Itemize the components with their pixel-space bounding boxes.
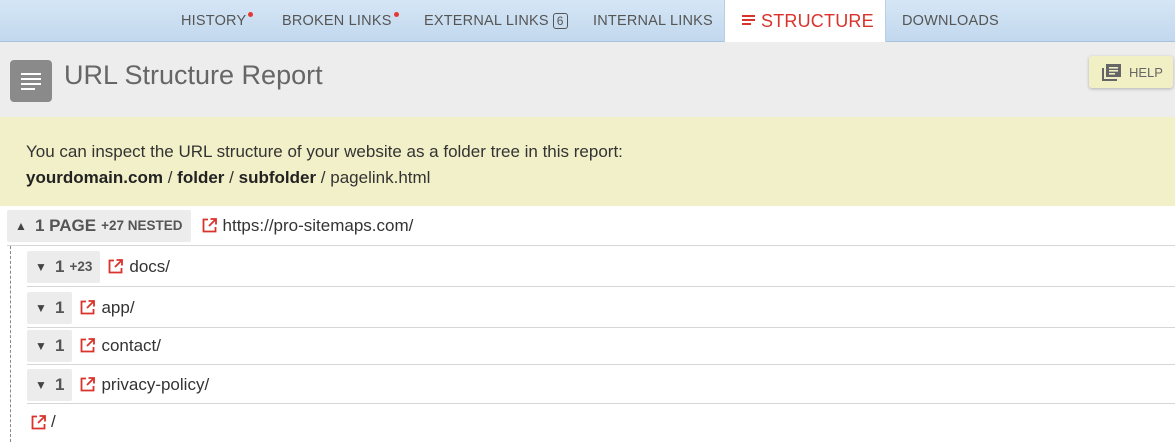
- tree-item-toggle[interactable]: ▼ 1: [27, 291, 73, 324]
- tree-item-contact: ▼ 1 contact/: [27, 327, 1175, 365]
- item-nested-count: +23: [69, 259, 93, 274]
- tree-root-url[interactable]: https://pro-sitemaps.com/: [223, 216, 414, 236]
- tree-item-path[interactable]: app/: [101, 298, 134, 318]
- example-domain: yourdomain.com: [26, 168, 163, 187]
- tab-external-links[interactable]: EXTERNAL LINKS 6: [424, 0, 568, 42]
- external-link-icon[interactable]: [80, 300, 96, 315]
- example-separator: /: [167, 168, 173, 187]
- example-subfolder: subfolder: [238, 168, 317, 187]
- chevron-down-icon: ▼: [35, 300, 47, 315]
- example-separator: /: [320, 168, 326, 187]
- page-title: URL Structure Report: [64, 60, 323, 90]
- external-link-icon[interactable]: [31, 414, 46, 430]
- external-link-icon[interactable]: [80, 377, 96, 392]
- tab-external-links-label: EXTERNAL LINKS: [424, 13, 549, 29]
- external-link-icon[interactable]: [80, 338, 96, 353]
- chevron-up-icon: ▲: [15, 218, 27, 233]
- tree-item-toggle[interactable]: ▼ 1 +23: [27, 250, 101, 283]
- external-link-icon[interactable]: [108, 259, 124, 274]
- tab-broken-links[interactable]: BROKEN LINKS: [282, 0, 399, 42]
- example-page: pagelink.html: [330, 168, 431, 187]
- tab-downloads-label: DOWNLOADS: [902, 13, 999, 29]
- report-header: URL Structure Report HELP: [0, 42, 1175, 117]
- example-folder: folder: [177, 168, 225, 187]
- tree-guide-line: [10, 246, 11, 442]
- tree-item-path[interactable]: privacy-policy/: [101, 375, 209, 395]
- tree-item-path[interactable]: docs/: [129, 257, 170, 277]
- tree-item-toggle[interactable]: ▼ 1: [27, 329, 73, 362]
- tree-leaf-path[interactable]: /: [51, 412, 56, 432]
- tree-item-privacy-policy: ▼ 1 privacy-policy/: [27, 366, 1175, 404]
- tab-bar: HISTORY BROKEN LINKS EXTERNAL LINKS 6 INT…: [0, 0, 1175, 43]
- list-lines-icon: [742, 15, 755, 26]
- external-link-icon[interactable]: [202, 218, 217, 233]
- tree-item-path[interactable]: contact/: [101, 336, 161, 356]
- tab-history-label: HISTORY: [181, 13, 247, 29]
- tree-leaf-row: /: [20, 404, 1175, 440]
- url-example: yourdomain.com / folder / subfolder / pa…: [26, 165, 1149, 191]
- item-page-count: 1: [55, 374, 65, 394]
- example-separator: /: [229, 168, 234, 187]
- tab-internal-links-label: INTERNAL LINKS: [593, 13, 713, 29]
- structure-tree: ▲ 1 PAGE +27 NESTED https://pro-sitemaps…: [0, 206, 1175, 442]
- tab-internal-links[interactable]: INTERNAL LINKS: [593, 0, 713, 42]
- help-label: HELP: [1129, 64, 1163, 80]
- info-panel: You can inspect the URL structure of you…: [0, 117, 1175, 206]
- notification-dot: [393, 11, 399, 17]
- root-nested-count: +27 NESTED: [101, 218, 183, 233]
- tab-history[interactable]: HISTORY: [181, 0, 254, 42]
- chevron-down-icon: ▼: [35, 338, 47, 353]
- tree-root-row: ▲ 1 PAGE +27 NESTED https://pro-sitemaps…: [7, 206, 1175, 246]
- tab-broken-links-label: BROKEN LINKS: [282, 13, 392, 29]
- tab-downloads[interactable]: DOWNLOADS: [902, 0, 999, 42]
- tab-structure[interactable]: STRUCTURE: [724, 0, 886, 43]
- tree-item-docs: ▼ 1 +23 docs/: [27, 247, 1175, 287]
- external-links-count: 6: [552, 13, 568, 29]
- tree-root-toggle[interactable]: ▲ 1 PAGE +27 NESTED: [7, 209, 191, 242]
- item-page-count: 1: [55, 256, 65, 276]
- notification-dot: [248, 11, 254, 17]
- item-page-count: 1: [55, 297, 65, 317]
- info-text: You can inspect the URL structure of you…: [26, 142, 623, 161]
- chevron-down-icon: ▼: [35, 377, 47, 392]
- tree-item-app: ▼ 1 app/: [27, 288, 1175, 328]
- document-icon: [10, 60, 52, 102]
- help-button[interactable]: HELP: [1089, 56, 1173, 88]
- chevron-down-icon: ▼: [35, 259, 47, 274]
- book-icon: [1102, 63, 1121, 81]
- tab-structure-label: STRUCTURE: [761, 11, 874, 31]
- tree-item-toggle[interactable]: ▼ 1: [27, 368, 73, 401]
- root-page-count: 1 PAGE: [35, 215, 97, 235]
- item-page-count: 1: [55, 335, 65, 355]
